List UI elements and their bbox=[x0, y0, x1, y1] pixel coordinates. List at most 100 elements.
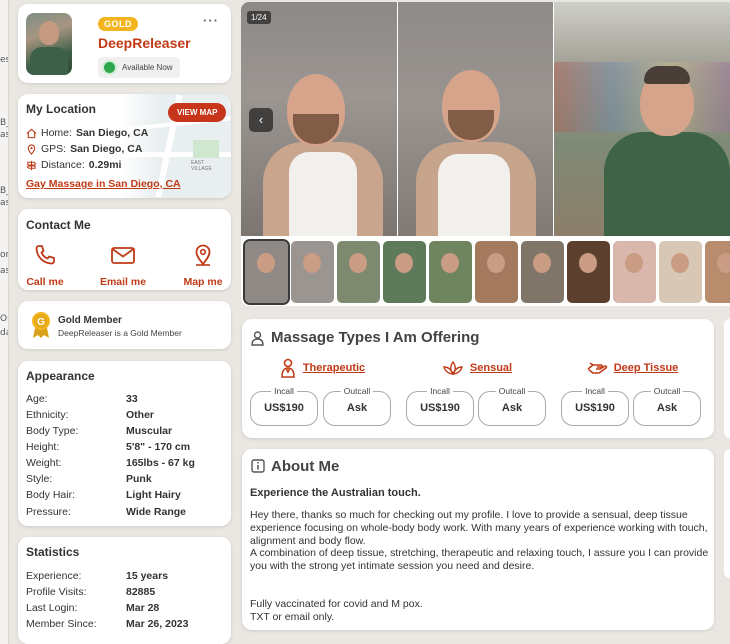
row-value: 33 bbox=[126, 393, 138, 405]
right-panel-edge bbox=[724, 319, 730, 438]
massage-type-name: Sensual bbox=[469, 362, 513, 374]
about-body: Hey there, thanks so much for checking o… bbox=[250, 509, 710, 624]
row-value: Muscular bbox=[126, 425, 173, 437]
about-paragraph: TXT or email only. bbox=[250, 610, 335, 623]
gallery-photo[interactable] bbox=[554, 2, 730, 236]
home-label: Home: bbox=[41, 127, 72, 139]
edge-fragment: as bbox=[0, 198, 8, 208]
call-me-button[interactable]: Call me bbox=[15, 243, 75, 290]
medal-letter: G bbox=[37, 317, 45, 328]
more-options-icon[interactable]: ··· bbox=[203, 13, 219, 28]
incall-price: Incall US$190 bbox=[406, 385, 474, 426]
stat-row-profile-visits: Profile Visits: 82885 bbox=[26, 586, 155, 598]
massage-type-name: Therapeutic bbox=[302, 362, 366, 374]
statistics-card: Statistics Experience: 15 years Profile V… bbox=[18, 537, 231, 644]
location-pin-icon bbox=[27, 143, 36, 155]
location-title: My Location bbox=[26, 102, 97, 116]
row-key: Age: bbox=[26, 393, 48, 405]
incall-value: US$190 bbox=[420, 402, 460, 414]
outcall-label: Outcall bbox=[650, 385, 684, 397]
thumbnail[interactable] bbox=[383, 241, 426, 303]
avatar[interactable] bbox=[26, 13, 72, 75]
row-value: Light Hairy bbox=[126, 489, 181, 501]
massage-type-sensual: Sensual Incall US$190 Outcall Ask bbox=[402, 357, 552, 426]
about-me-title: About Me bbox=[271, 458, 340, 475]
incall-label: Incall bbox=[271, 385, 297, 397]
outcall-value: Ask bbox=[656, 402, 678, 414]
distance-value: 0.29mi bbox=[88, 159, 122, 171]
map-pin-icon bbox=[195, 244, 211, 266]
massage-type-name: Deep Tissue bbox=[613, 362, 679, 374]
massage-types-card: Massage Types I Am Offering Therapeutic … bbox=[242, 319, 714, 438]
outcall-price: Outcall Ask bbox=[478, 385, 546, 426]
home-location: Home: San Diego, CA bbox=[26, 127, 148, 139]
email-me-label: Email me bbox=[99, 276, 147, 288]
row-key: Body Hair: bbox=[26, 489, 76, 501]
massage-type-link[interactable]: Sensual bbox=[402, 357, 552, 379]
availability-label: Available Now bbox=[122, 63, 173, 72]
background-window-edge: es B_ as B_ as or as Or da bbox=[0, 0, 9, 644]
availability-status: Available Now bbox=[98, 57, 180, 78]
thumbnail[interactable] bbox=[243, 239, 290, 305]
row-key: Ethnicity: bbox=[26, 409, 69, 421]
thumbnail[interactable] bbox=[659, 241, 702, 303]
edge-fragment: as bbox=[0, 266, 8, 276]
gps-value: San Diego, CA bbox=[70, 143, 143, 155]
therapist-icon bbox=[251, 331, 264, 346]
row-value: Mar 28 bbox=[126, 602, 160, 614]
gold-member-subtitle: DeepReleaser is a Gold Member bbox=[58, 328, 182, 338]
gps-location: GPS: San Diego, CA bbox=[26, 143, 142, 155]
row-value: 5'8" - 170 cm bbox=[126, 441, 191, 453]
row-value: 82885 bbox=[126, 586, 156, 598]
thumbnail[interactable] bbox=[613, 241, 656, 303]
gold-member-card: G Gold Member DeepReleaser is a Gold Mem… bbox=[18, 301, 231, 349]
home-value: San Diego, CA bbox=[75, 127, 149, 139]
thumbnail[interactable] bbox=[567, 241, 610, 303]
massage-types-title: Massage Types I Am Offering bbox=[271, 329, 480, 346]
appearance-card: Appearance Age: 33 Ethnicity: Other Body T… bbox=[18, 361, 231, 526]
row-value: 165lbs - 67 kg bbox=[126, 457, 195, 469]
row-value: Wide Range bbox=[126, 506, 186, 518]
massage-type-link[interactable]: Therapeutic bbox=[247, 357, 397, 379]
about-headline: Experience the Australian touch. bbox=[250, 487, 421, 499]
massage-type-link[interactable]: Deep Tissue bbox=[557, 357, 707, 379]
appearance-row-style: Style: Punk bbox=[26, 473, 152, 485]
thumbnail[interactable] bbox=[291, 241, 334, 303]
outcall-price: Outcall Ask bbox=[323, 385, 391, 426]
gallery-photo[interactable] bbox=[398, 2, 553, 236]
appearance-title: Appearance bbox=[26, 369, 95, 383]
appearance-row-body-hair: Body Hair: Light Hairy bbox=[26, 489, 181, 501]
row-key: Pressure: bbox=[26, 506, 71, 518]
photo-gallery: 1/24 ‹ bbox=[241, 2, 730, 306]
outcall-value: Ask bbox=[346, 402, 368, 414]
thumbnail[interactable] bbox=[705, 241, 730, 303]
thumbnail[interactable] bbox=[475, 241, 518, 303]
about-paragraph: Fully vaccinated for covid and M pox. bbox=[250, 597, 423, 610]
view-map-button[interactable]: VIEW MAP bbox=[168, 103, 227, 122]
appearance-row-body-type: Body Type: Muscular bbox=[26, 425, 172, 437]
massage-type-deep-tissue: Deep Tissue Incall US$190 Outcall Ask bbox=[557, 357, 707, 426]
incall-price: Incall US$190 bbox=[561, 385, 629, 426]
contact-title: Contact Me bbox=[26, 218, 91, 232]
row-key: Height: bbox=[26, 441, 60, 453]
lotus-icon bbox=[443, 360, 463, 375]
row-key: Weight: bbox=[26, 457, 62, 469]
row-key: Member Since: bbox=[26, 618, 97, 630]
location-card: EAST VILLAGE My Location VIEW MAP Home: … bbox=[18, 94, 231, 198]
appearance-row-ethnicity: Ethnicity: Other bbox=[26, 409, 154, 421]
map-me-button[interactable]: Map me bbox=[173, 243, 233, 290]
map-label: EAST VILLAGE bbox=[191, 160, 212, 172]
contact-card: Contact Me Call me Email me Map me bbox=[18, 209, 231, 290]
gold-medal-icon: G bbox=[32, 312, 50, 338]
thumbnail[interactable] bbox=[521, 241, 564, 303]
thumbnail[interactable] bbox=[429, 241, 472, 303]
stat-row-experience: Experience: 15 years bbox=[26, 570, 168, 582]
city-massage-link[interactable]: Gay Massage in San Diego, CA bbox=[26, 178, 181, 190]
prev-photo-button[interactable]: ‹ bbox=[249, 108, 273, 132]
distance-label: Distance: bbox=[41, 159, 85, 171]
status-dot-icon bbox=[102, 60, 117, 75]
thumbnail[interactable] bbox=[337, 241, 380, 303]
incall-value: US$190 bbox=[264, 402, 304, 414]
outcall-label: Outcall bbox=[340, 385, 374, 397]
email-me-button[interactable]: Email me bbox=[93, 243, 153, 290]
